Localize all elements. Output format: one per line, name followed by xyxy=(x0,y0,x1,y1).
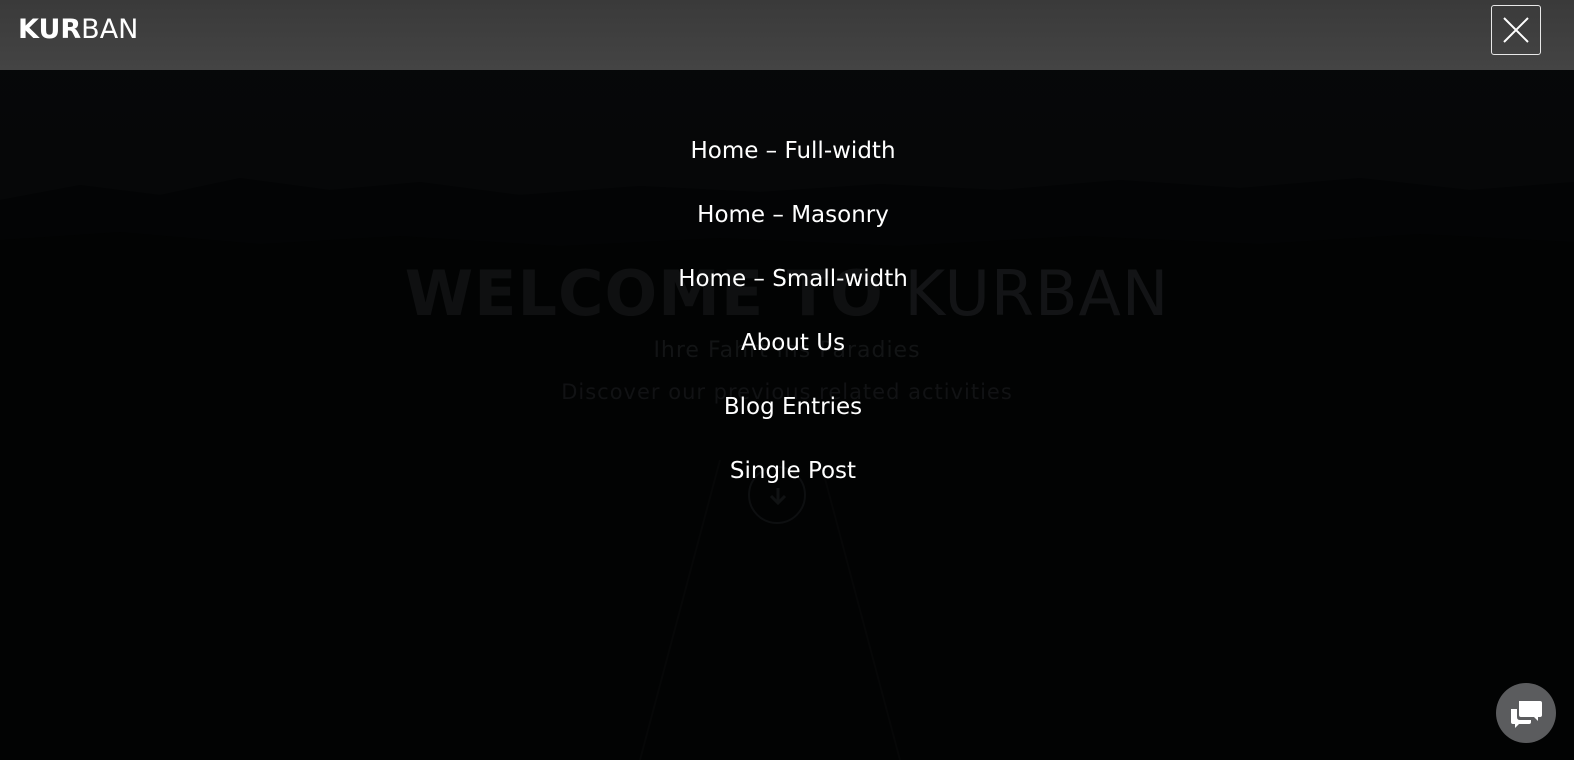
menu-item: Home – Masonry xyxy=(0,196,1574,260)
chat-button[interactable] xyxy=(1496,683,1556,743)
menu-item: Single Post xyxy=(0,452,1574,516)
menu-link-home-masonry[interactable]: Home – Masonry xyxy=(697,196,889,234)
close-menu-button[interactable] xyxy=(1491,5,1541,55)
menu-item: Home – Small-width xyxy=(0,260,1574,324)
chat-bubbles-icon xyxy=(1511,701,1542,728)
menu-list: Home – Full-width Home – Masonry Home – … xyxy=(0,132,1574,516)
site-logo[interactable]: KURBAN xyxy=(18,14,138,46)
menu-item: Blog Entries xyxy=(0,388,1574,452)
menu-link-blog-entries[interactable]: Blog Entries xyxy=(724,388,862,426)
logo-light-text: BAN xyxy=(81,14,139,45)
fullscreen-menu-overlay: Home – Full-width Home – Masonry Home – … xyxy=(0,70,1574,760)
menu-link-single-post[interactable]: Single Post xyxy=(730,452,856,490)
page: WELCOME TO KURBAN Ihre Fahrt ins Paradie… xyxy=(0,0,1574,760)
menu-link-home-small-width[interactable]: Home – Small-width xyxy=(678,260,908,298)
menu-link-home-full-width[interactable]: Home – Full-width xyxy=(690,132,895,170)
logo-bold-text: KUR xyxy=(18,14,82,45)
top-bar: KURBAN xyxy=(0,0,1574,70)
menu-item: Home – Full-width xyxy=(0,132,1574,196)
menu-link-about-us[interactable]: About Us xyxy=(741,324,845,362)
menu-item: About Us xyxy=(0,324,1574,388)
close-icon xyxy=(1503,17,1529,43)
